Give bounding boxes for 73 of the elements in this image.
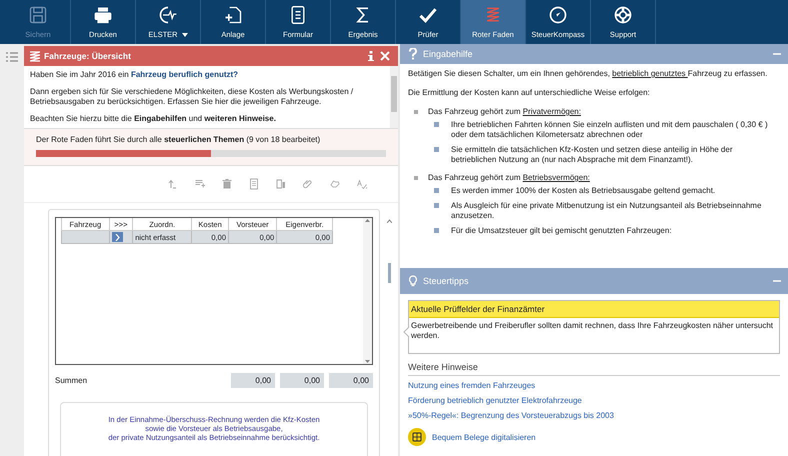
sums-label: Summen	[55, 376, 88, 385]
lifebuoy-icon	[613, 5, 633, 25]
intro-text: Haben Sie im Jahr 2016 ein Fahrzeug beruflich genutzt?	[30, 70, 240, 80]
scanner-icon	[408, 428, 426, 446]
bullet-icon	[414, 110, 418, 114]
help-text: Ihre betrieblichen Fahrten können Sie einzeln auflisten und mit dem pauschalen ( 0,30 € ) oder dem tatsächlichen Kilometersatz abrechnen oder	[451, 120, 769, 140]
document-edit-icon	[275, 178, 287, 190]
caret-icon	[182, 32, 188, 36]
section-heading: Weitere Hinweise	[408, 362, 780, 376]
sum-value: 0,00	[329, 373, 373, 388]
list-menu-icon[interactable]	[6, 52, 18, 62]
help-text: Es werden immer 100% der Kosten als Betriebsausgabe geltend gemacht.	[451, 186, 716, 196]
bullet-icon	[434, 203, 439, 208]
bullet-icon	[434, 228, 439, 233]
help-text: Als Ausgleich für eine private Mitbenutzung ist ein Nutzungsanteil als Betriebseinnahme anzusetzen.	[451, 201, 762, 221]
trash-button[interactable]	[221, 178, 233, 190]
upload-arrow-icon	[167, 178, 179, 190]
tip-text: Gewerbetreibende und Freiberufler sollten damit rechnen, dass Ihre Fahrzeugkosten näher untersucht werden.	[410, 320, 774, 342]
document-icon	[248, 178, 260, 190]
help-link[interactable]: Betriebsvermögen:	[522, 173, 590, 182]
help-text: Die Ermittlung der Kosten kann auf unterschiedliche Weise erfolgen:	[408, 88, 651, 98]
intro-text: Dann ergeben sich für Sie verschiedene Möglichkeiten, diese Kosten als Werbungskosten / Betriebsausgaben zu berücksichtigen. Erfassen Sie hier die jeweiligen Fahrzeuge.	[30, 87, 354, 107]
bullet-icon	[414, 176, 418, 180]
help-text: Betätigen Sie diesen Schalter, um ein Ihnen gehörendes, betrieblich genutztes Fahrzeug zu erfassen.	[408, 69, 768, 79]
lightbulb-icon	[408, 275, 418, 287]
spellcheck-button[interactable]	[356, 178, 368, 190]
paperclip-button[interactable]	[302, 178, 314, 190]
tip-title: Aktuelle Prüffelder der Finanzämter	[409, 301, 779, 318]
intro-text: Beachten Sie hierzu bitte die Eingabehilfen und weiteren Hinweise.	[30, 114, 277, 124]
panel-title: Eingabehilfe	[423, 49, 474, 59]
document-edit-button[interactable]	[275, 178, 287, 190]
panel-title: Fahrzeuge: Übersicht	[44, 51, 132, 61]
scroll-up-icon[interactable]	[386, 219, 392, 223]
add-row-button[interactable]	[194, 178, 206, 190]
scrollbar[interactable]	[390, 66, 398, 128]
sum-value: 0,00	[231, 373, 275, 388]
hint-link[interactable]: »50%-Regel«: Begrenzung des Vorsteuerabzugs bis 2003	[408, 411, 780, 420]
paperclip-icon	[302, 178, 314, 190]
panel-title: Steuertipps	[423, 276, 470, 286]
spellcheck-icon	[356, 178, 368, 190]
close-button[interactable]	[380, 51, 390, 61]
help-link[interactable]: Privatvermögen:	[522, 107, 581, 116]
bullet-icon	[434, 122, 439, 127]
question-mark-icon	[408, 48, 418, 60]
help-text: Für die Umsatzsteuer gilt bei gemischt genutzten Fahrzeugen:	[451, 226, 672, 236]
hint-link[interactable]: Nutzung eines fremden Fahrzeuges	[408, 381, 780, 390]
sum-value: 0,00	[280, 373, 324, 388]
help-text: Sie ermitteln die tatsächlichen Kfz-Kosten und setzen diese anteilig in Höhe der betrieblichen Nutzung an (nur nach Absprache mit dem Finanzamt!).	[451, 145, 734, 165]
help-text: Das Fahrzeug gehört zum Privatvermögen:	[428, 107, 581, 117]
promo-link[interactable]: Bequem Belege digitalisieren	[432, 432, 536, 442]
zigzag-icon	[30, 50, 40, 62]
info-icon	[366, 51, 376, 61]
trash-icon	[221, 178, 233, 190]
printer-icon	[93, 5, 113, 25]
document-button[interactable]	[248, 178, 260, 190]
open-row-button[interactable]	[112, 232, 123, 242]
add-row-icon	[194, 178, 206, 190]
bullet-icon	[434, 188, 439, 193]
scroll-up-icon[interactable]	[365, 218, 370, 222]
help-text: Das Fahrzeug gehört zum Betriebsvermögen:	[428, 173, 590, 183]
hint-link[interactable]: Förderung betrieblich genutzter Elektrofahrzeuge	[408, 396, 780, 405]
chevron-right-icon	[114, 234, 120, 240]
help-link[interactable]: betrieblich genutztes	[612, 69, 688, 78]
compass-icon	[548, 5, 568, 25]
add-document-icon	[223, 5, 243, 25]
scroll-down-icon[interactable]	[365, 360, 370, 364]
bullet-icon	[434, 147, 439, 152]
progress-text: Der Rote Faden führt Sie durch alle steuerlichen Themen (9 von 18 bearbeitet)	[36, 135, 322, 144]
info-button[interactable]	[366, 51, 376, 61]
upload-arrow-button[interactable]	[167, 178, 179, 190]
scrollbar[interactable]	[363, 218, 372, 364]
save-icon	[28, 5, 48, 25]
close-icon	[380, 51, 390, 61]
